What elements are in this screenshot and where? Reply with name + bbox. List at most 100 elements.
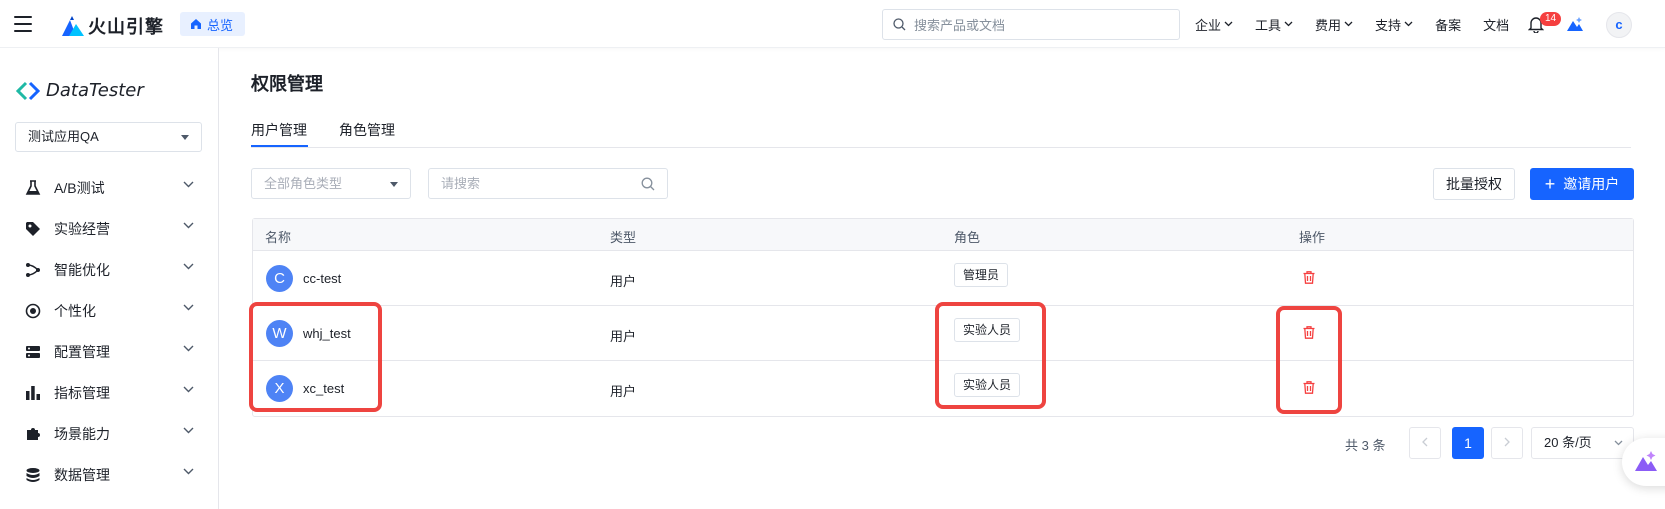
sidebar-item-ab-test[interactable]: A/B测试 — [24, 176, 194, 200]
user-type: 用户 — [610, 274, 637, 289]
puzzle-icon — [24, 425, 42, 443]
nav-tools[interactable]: 工具 — [1255, 15, 1293, 34]
highlight-box-roles — [935, 302, 1046, 409]
caret-down-icon — [390, 182, 398, 187]
app-selected-value: 测试应用QA — [28, 129, 99, 144]
user-avatar[interactable]: c — [1606, 12, 1632, 38]
target-icon — [24, 302, 42, 320]
chevron-down-icon — [183, 345, 194, 352]
home-icon — [191, 19, 201, 29]
nav-billing[interactable]: 费用 — [1315, 15, 1353, 34]
tab-user-management[interactable]: 用户管理 — [251, 120, 307, 140]
highlight-box-names — [249, 302, 382, 412]
caret-down-icon — [181, 135, 189, 140]
sidebar: DataTester 测试应用QA A/B测试 实验经营 智能优化 个性化 配置… — [0, 48, 219, 509]
user-name: cc-test — [303, 271, 342, 286]
page-size-value: 20 条/页 — [1544, 435, 1592, 450]
sidebar-item-config[interactable]: 配置管理 — [24, 340, 194, 364]
table-header: 名称 类型 角色 操作 — [253, 219, 1633, 251]
sidebar-item-personalization[interactable]: 个性化 — [24, 299, 194, 323]
chevron-down-icon — [183, 263, 194, 270]
nav-support[interactable]: 支持 — [1375, 15, 1413, 34]
hamburger-menu-icon[interactable] — [14, 16, 32, 32]
next-page-button[interactable] — [1491, 427, 1523, 459]
brand-logo[interactable]: 火山引擎 — [62, 13, 164, 39]
sidebar-item-label: A/B测试 — [54, 180, 105, 196]
chevron-left-icon — [1422, 437, 1428, 447]
sidebar-item-experiment-ops[interactable]: 实验经营 — [24, 217, 194, 241]
ai-assistant-icon[interactable] — [1566, 16, 1584, 32]
app-selector[interactable]: 测试应用QA — [15, 122, 202, 152]
chevron-down-icon — [183, 181, 194, 188]
nav-enterprise[interactable]: 企业 — [1195, 15, 1233, 34]
table-row: C cc-test 用户 管理员 — [253, 251, 1633, 306]
invite-user-label: 邀请用户 — [1563, 176, 1620, 192]
page-button-current[interactable]: 1 — [1452, 427, 1484, 459]
chevron-down-icon — [1404, 21, 1413, 27]
chevron-right-icon — [1504, 437, 1510, 447]
column-role: 角色 — [954, 230, 981, 245]
sidebar-item-label: 个性化 — [54, 303, 96, 319]
database-icon — [24, 466, 42, 484]
chevron-down-icon — [183, 427, 194, 434]
nav-docs[interactable]: 文档 — [1483, 15, 1509, 34]
tab-bar: 用户管理 角色管理 — [251, 114, 1631, 148]
sidebar-item-label: 智能优化 — [54, 262, 110, 278]
tab-role-management[interactable]: 角色管理 — [339, 120, 395, 140]
role-tag: 管理员 — [954, 263, 1009, 287]
user-type: 用户 — [610, 329, 637, 344]
chevron-down-icon — [1224, 21, 1233, 27]
datatester-logo-icon — [16, 81, 40, 100]
column-name: 名称 — [265, 230, 292, 245]
sidebar-item-smart-optimize[interactable]: 智能优化 — [24, 258, 194, 282]
role-type-select[interactable]: 全部角色类型 — [251, 168, 411, 199]
flask-icon — [24, 179, 42, 197]
notification-badge: 14 — [1540, 12, 1562, 26]
page-size-select[interactable]: 20 条/页 — [1531, 427, 1634, 459]
chevron-down-icon — [183, 304, 194, 311]
search-placeholder: 搜索产品或文档 — [914, 18, 1006, 33]
floating-assistant-button[interactable] — [1622, 438, 1665, 486]
chevron-down-icon — [1284, 21, 1293, 27]
volcano-logo-icon — [62, 16, 84, 36]
top-bar: 火山引擎 总览 搜索产品或文档 企业 工具 费用 支持 备案 文档 14 c — [0, 0, 1665, 48]
column-type: 类型 — [610, 230, 637, 245]
tag-icon — [24, 220, 42, 238]
ai-sparkle-icon — [1635, 451, 1657, 471]
datatester-logo[interactable]: DataTester — [16, 80, 144, 101]
sidebar-item-metrics[interactable]: 指标管理 — [24, 381, 194, 405]
overview-label: 总览 — [207, 17, 234, 33]
role-type-placeholder: 全部角色类型 — [264, 176, 343, 191]
plus-icon: + — [1544, 174, 1556, 194]
chevron-down-icon — [1614, 440, 1623, 446]
chevron-down-icon — [183, 468, 194, 475]
server-icon — [24, 343, 42, 361]
brand-name: 火山引擎 — [88, 17, 164, 37]
sidebar-item-label: 数据管理 — [54, 467, 110, 483]
sidebar-item-label: 实验经营 — [54, 221, 110, 237]
sidebar-item-data[interactable]: 数据管理 — [24, 463, 194, 487]
user-search-input[interactable]: 请搜索 — [428, 168, 668, 199]
nav-filing[interactable]: 备案 — [1435, 15, 1461, 34]
sidebar-item-label: 指标管理 — [54, 385, 110, 401]
prev-page-button[interactable] — [1409, 427, 1441, 459]
overview-link[interactable]: 总览 — [180, 12, 246, 36]
active-tab-indicator — [251, 145, 308, 147]
trash-icon[interactable] — [1303, 271, 1315, 284]
chevron-down-icon — [183, 222, 194, 229]
chevron-down-icon — [183, 386, 194, 393]
sidebar-item-label: 配置管理 — [54, 344, 110, 360]
user-avatar: C — [266, 265, 293, 292]
column-actions: 操作 — [1299, 230, 1326, 245]
search-icon — [641, 177, 655, 191]
bar-chart-icon — [24, 384, 42, 402]
top-nav: 企业 工具 费用 支持 备案 文档 — [1195, 0, 1531, 48]
product-name: DataTester — [46, 80, 144, 101]
chevron-down-icon — [1344, 21, 1353, 27]
search-icon — [893, 18, 906, 31]
global-search-input[interactable]: 搜索产品或文档 — [882, 9, 1180, 40]
batch-authorize-button[interactable]: 批量授权 — [1433, 168, 1515, 200]
branch-icon — [24, 261, 42, 279]
invite-user-button[interactable]: + 邀请用户 — [1530, 168, 1634, 200]
sidebar-item-scenarios[interactable]: 场景能力 — [24, 422, 194, 446]
